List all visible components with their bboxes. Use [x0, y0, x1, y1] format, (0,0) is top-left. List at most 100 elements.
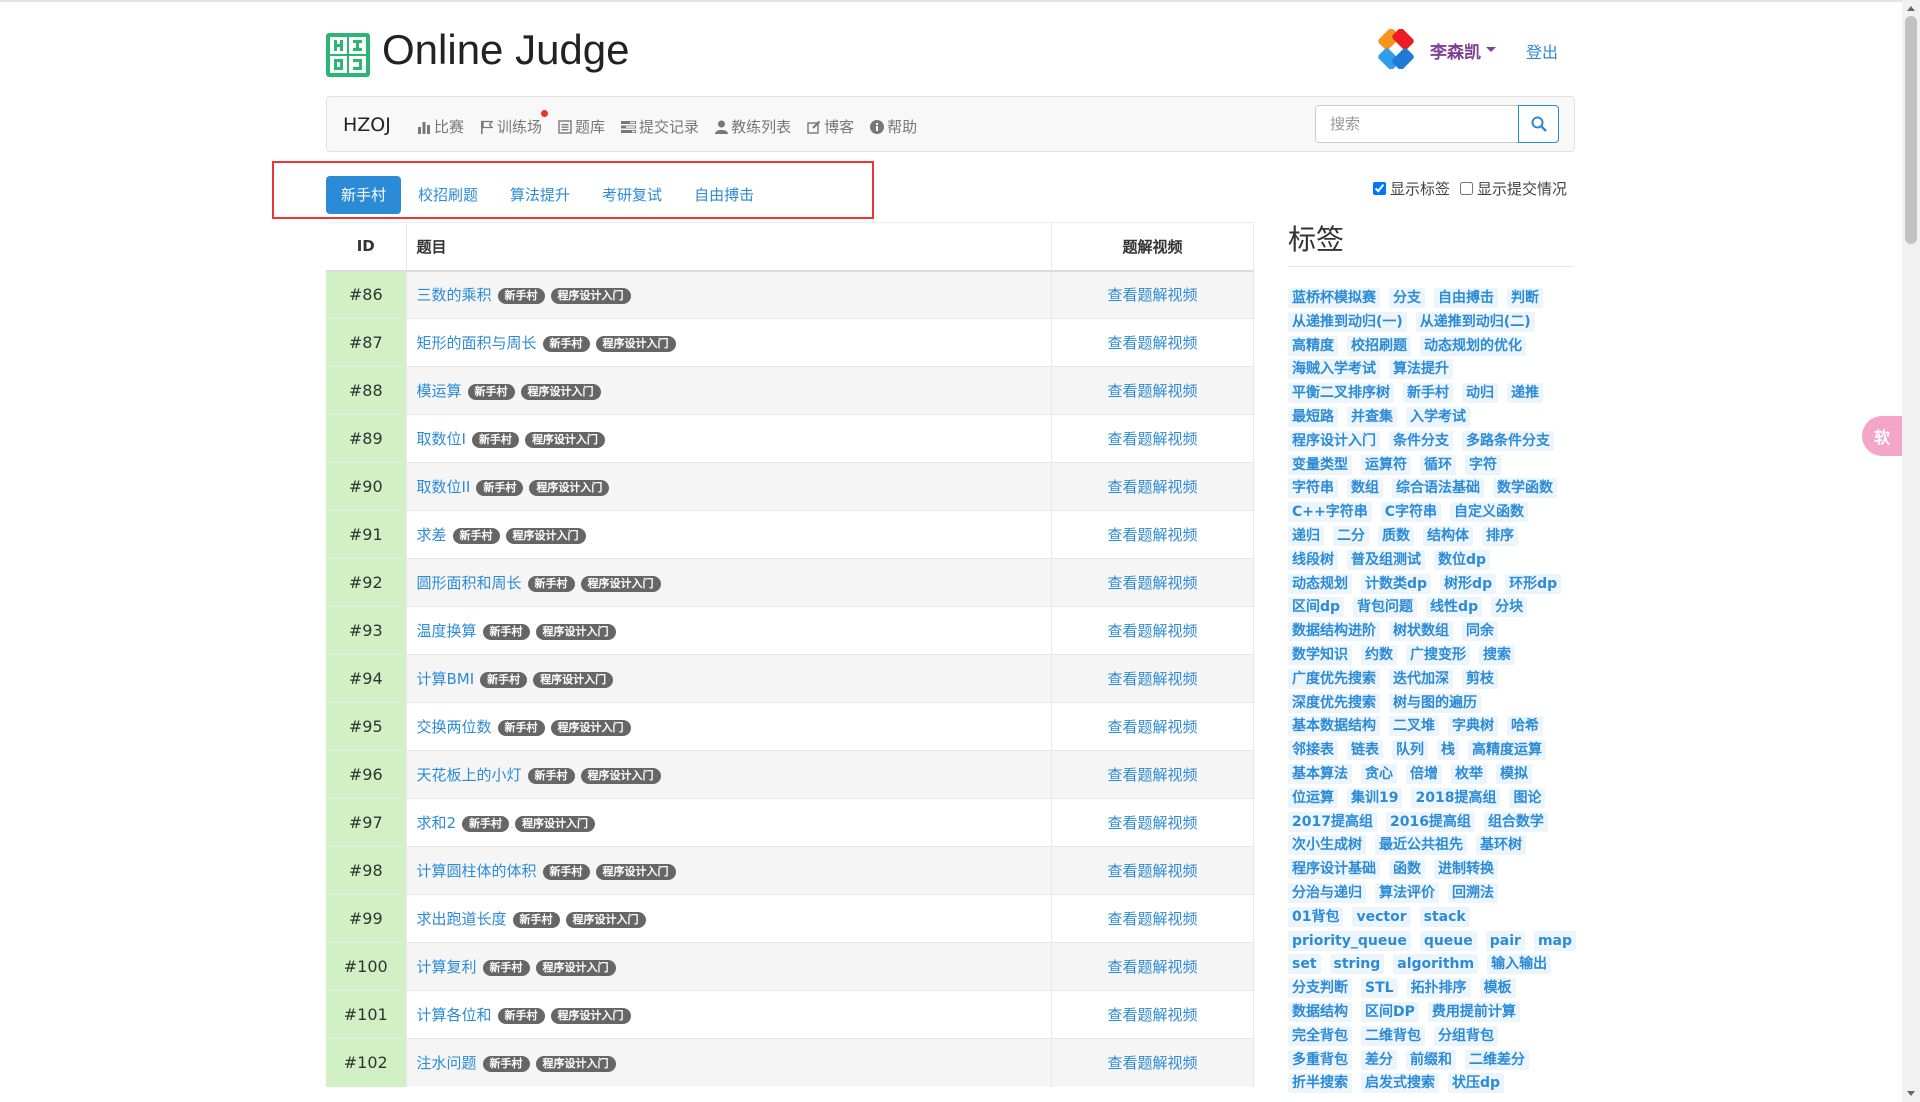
video-link[interactable]: 查看题解视频 — [1107, 526, 1197, 544]
problem-title-link[interactable]: 取数位I — [417, 430, 466, 448]
tag-link[interactable]: 哈希 — [1507, 716, 1543, 737]
scroll-thumb[interactable] — [1905, 16, 1917, 244]
scroll-up-arrow-icon[interactable] — [1907, 6, 1915, 11]
tag-link[interactable]: 区间dp — [1288, 597, 1345, 618]
tag-link[interactable]: 背包问题 — [1353, 597, 1418, 618]
tag-link[interactable]: 搜索 — [1479, 644, 1515, 665]
tag-link[interactable]: algorithm — [1393, 954, 1479, 975]
problem-title-link[interactable]: 模运算 — [417, 382, 462, 400]
tag-link[interactable]: 二维背包 — [1361, 1025, 1425, 1046]
tag-link[interactable]: 剪枝 — [1462, 668, 1498, 689]
tag-link[interactable]: 最近公共祖先 — [1375, 835, 1467, 856]
tag-link[interactable]: 字符串 — [1288, 478, 1338, 499]
tag-link[interactable]: set — [1288, 954, 1321, 975]
tag-link[interactable]: string — [1329, 954, 1385, 975]
tag-link[interactable]: 二维差分 — [1465, 1049, 1529, 1070]
tag-link[interactable]: 分块 — [1491, 597, 1528, 618]
tab-postgrad[interactable]: 考研复试 — [587, 176, 677, 214]
tag-link[interactable]: 动态规划的优化 — [1420, 335, 1526, 356]
video-link[interactable]: 查看题解视频 — [1107, 430, 1197, 448]
problem-tag-badge[interactable]: 程序设计入门 — [533, 672, 614, 688]
video-link[interactable]: 查看题解视频 — [1107, 910, 1197, 928]
problem-tag-badge[interactable]: 新手村 — [497, 720, 545, 736]
tag-link[interactable]: 分组背包 — [1434, 1025, 1498, 1046]
show-submit-checkbox[interactable] — [1460, 182, 1474, 195]
tag-link[interactable]: 迭代加深 — [1389, 668, 1453, 689]
nav-item-submissions[interactable]: 提交记录 — [621, 116, 699, 137]
problem-tag-badge[interactable]: 程序设计入门 — [550, 720, 631, 736]
problem-title-link[interactable]: 圆形面积和周长 — [417, 574, 522, 592]
problem-tag-badge[interactable]: 新手村 — [480, 672, 528, 688]
search-button[interactable] — [1518, 105, 1559, 143]
problem-tag-badge[interactable]: 程序设计入门 — [505, 528, 586, 544]
tag-link[interactable]: 分支 — [1389, 288, 1425, 308]
tag-link[interactable]: 01背包 — [1288, 906, 1344, 927]
tag-link[interactable]: 2018提高组 — [1411, 787, 1501, 808]
tag-link[interactable]: 折半搜索 — [1288, 1073, 1352, 1094]
hzoj-logo[interactable] — [326, 33, 370, 77]
tag-link[interactable]: 自由搏击 — [1434, 288, 1498, 308]
tag-link[interactable]: 数据结构进阶 — [1288, 621, 1380, 642]
tag-link[interactable]: 高精度运算 — [1468, 740, 1546, 761]
tag-link[interactable]: 变量类型 — [1288, 454, 1352, 475]
problem-tag-badge[interactable]: 新手村 — [527, 576, 575, 592]
tag-link[interactable]: 线性dp — [1426, 597, 1483, 618]
problem-tag-badge[interactable]: 新手村 — [542, 336, 590, 352]
tag-link[interactable]: 循环 — [1420, 454, 1456, 475]
problem-tag-badge[interactable]: 程序设计入门 — [535, 1056, 616, 1073]
problem-tag-badge[interactable]: 新手村 — [462, 816, 510, 832]
problem-tag-badge[interactable]: 新手村 — [471, 432, 519, 448]
search-input[interactable] — [1315, 105, 1519, 143]
problem-title-link[interactable]: 注水问题 — [417, 1054, 477, 1072]
tag-link[interactable]: 从递推到动归(二) — [1415, 311, 1535, 332]
problem-tag-badge[interactable]: 新手村 — [467, 384, 515, 400]
problem-title-link[interactable]: 计算复利 — [417, 958, 477, 976]
tag-link[interactable]: C++字符串 — [1288, 502, 1372, 523]
video-link[interactable]: 查看题解视频 — [1107, 622, 1197, 640]
tag-link[interactable]: 树状数组 — [1389, 621, 1453, 642]
tag-link[interactable]: 计数类dp — [1361, 573, 1432, 594]
problem-title-link[interactable]: 求差 — [417, 526, 447, 544]
problem-tag-badge[interactable]: 新手村 — [497, 1008, 545, 1024]
show-submit-option[interactable]: 显示提交情况 — [1460, 178, 1567, 199]
tag-link[interactable]: 模拟 — [1496, 763, 1532, 784]
video-link[interactable]: 查看题解视频 — [1107, 1006, 1197, 1024]
tag-link[interactable]: 组合数学 — [1483, 811, 1548, 832]
tag-link[interactable]: vector — [1352, 906, 1411, 927]
video-link[interactable]: 查看题解视频 — [1107, 766, 1197, 784]
video-link[interactable]: 查看题解视频 — [1107, 670, 1197, 688]
tag-link[interactable]: 基本算法 — [1288, 763, 1352, 784]
nav-item-problemset[interactable]: 题库 — [558, 116, 605, 137]
video-link[interactable]: 查看题解视频 — [1107, 814, 1197, 832]
tab-newbie[interactable]: 新手村 — [326, 176, 402, 214]
tag-link[interactable]: 2017提高组 — [1288, 811, 1377, 832]
tag-link[interactable]: STL — [1361, 978, 1398, 999]
tag-link[interactable]: 约数 — [1361, 644, 1397, 665]
tag-link[interactable]: stack — [1419, 906, 1470, 927]
tag-link[interactable]: 2016提高组 — [1385, 811, 1475, 832]
tag-link[interactable]: 模板 — [1479, 978, 1516, 999]
tag-link[interactable]: 贪心 — [1361, 763, 1397, 784]
problem-tag-badge[interactable]: 程序设计入门 — [529, 480, 610, 496]
video-link[interactable]: 查看题解视频 — [1107, 1054, 1197, 1072]
tag-link[interactable]: 字符 — [1465, 454, 1501, 475]
navbar-brand[interactable]: HZOJ — [343, 114, 391, 136]
tag-link[interactable]: 条件分支 — [1389, 430, 1453, 451]
tab-algorithm[interactable]: 算法提升 — [495, 176, 585, 214]
problem-tag-badge[interactable]: 程序设计入门 — [535, 624, 616, 640]
problem-tag-badge[interactable]: 程序设计入门 — [515, 816, 596, 832]
problem-tag-badge[interactable]: 程序设计入门 — [565, 912, 646, 928]
tag-link[interactable]: C字符串 — [1380, 502, 1442, 523]
problem-tag-badge[interactable]: 程序设计入门 — [580, 576, 661, 592]
tag-link[interactable]: 函数 — [1389, 859, 1425, 880]
problem-tag-badge[interactable]: 新手村 — [512, 912, 560, 928]
tag-link[interactable]: 拓扑排序 — [1406, 978, 1471, 999]
tag-link[interactable]: 普及组测试 — [1347, 549, 1425, 570]
tag-link[interactable]: 校招刷题 — [1347, 335, 1411, 356]
tag-link[interactable]: 从递推到动归(一) — [1288, 311, 1407, 332]
tag-link[interactable]: 基本数据结构 — [1288, 716, 1380, 737]
tag-link[interactable]: 数组 — [1347, 478, 1383, 499]
tag-link[interactable]: 动态规划 — [1288, 573, 1352, 594]
problem-title-link[interactable]: 计算各位和 — [417, 1006, 492, 1024]
tag-link[interactable]: 分治与递归 — [1288, 882, 1366, 903]
